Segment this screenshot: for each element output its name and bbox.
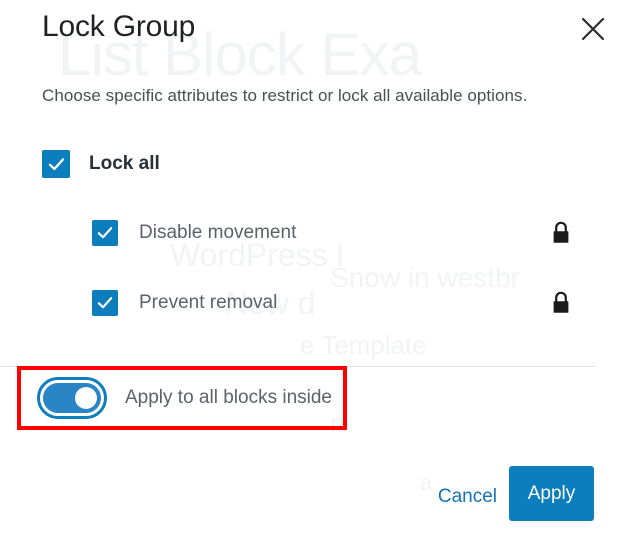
apply-to-all-blocks-toggle-row[interactable]: Apply to all blocks inside — [37, 377, 332, 419]
lock-all-checkbox[interactable] — [42, 150, 70, 178]
toggle-knob — [75, 387, 97, 409]
close-icon — [580, 16, 606, 42]
lock-icon — [550, 290, 572, 316]
apply-to-all-blocks-label: Apply to all blocks inside — [125, 387, 332, 409]
close-button[interactable] — [574, 10, 612, 48]
prevent-removal-label: Prevent removal — [139, 292, 277, 314]
prevent-removal-checkbox[interactable] — [92, 290, 118, 316]
checkbox-row-disable-movement[interactable]: Disable movement — [92, 220, 572, 246]
disable-movement-checkbox[interactable] — [92, 220, 118, 246]
divider — [0, 366, 596, 367]
dialog-description: Choose specific attributes to restrict o… — [42, 86, 527, 106]
checkbox-row-prevent-removal[interactable]: Prevent removal — [92, 290, 572, 316]
checkbox-row-lock-all[interactable]: Lock all — [42, 150, 160, 178]
lock-group-dialog: Lock Group Choose specific attributes to… — [0, 0, 634, 533]
page-title: Lock Group — [42, 10, 195, 44]
toggle-track — [43, 383, 101, 413]
cancel-button[interactable]: Cancel — [434, 480, 501, 514]
lock-all-label: Lock all — [89, 153, 160, 175]
lock-icon — [550, 220, 572, 246]
dialog-footer: Cancel Apply — [0, 466, 634, 533]
apply-to-all-blocks-toggle[interactable] — [37, 377, 107, 419]
apply-button[interactable]: Apply — [509, 466, 594, 521]
dialog-titlebar: Lock Group — [0, 0, 634, 62]
disable-movement-label: Disable movement — [139, 222, 296, 244]
